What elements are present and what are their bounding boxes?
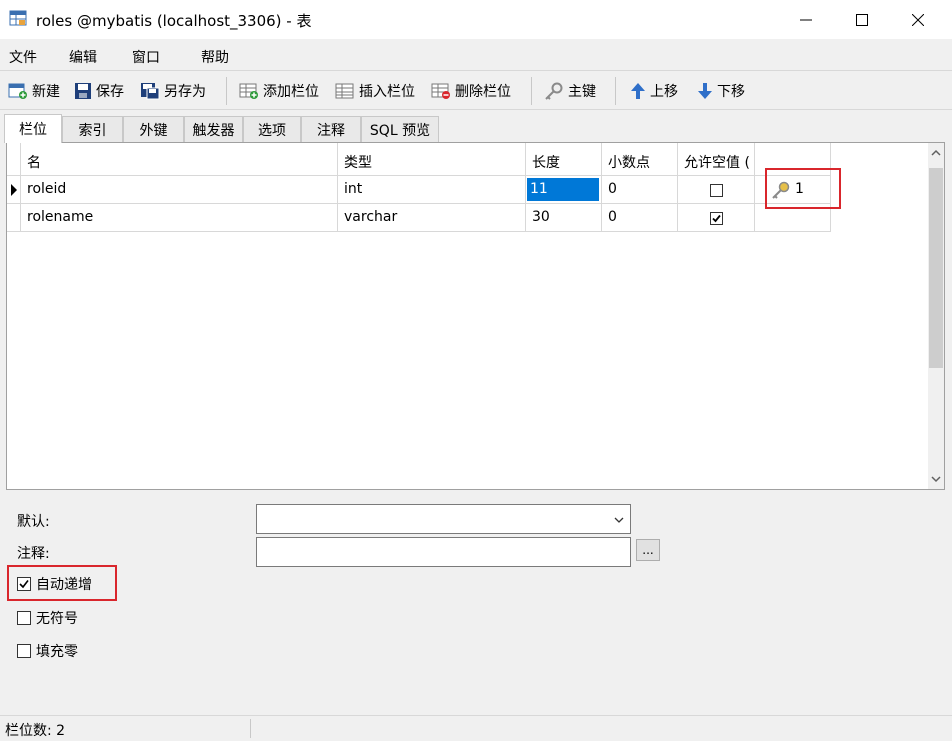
zerofill-label: 填充零 <box>36 644 78 660</box>
move-up-button[interactable]: 上移 <box>630 80 678 102</box>
tab-comment[interactable]: 注释 <box>301 116 361 142</box>
column-header-nullable[interactable]: 允许空值 ( <box>678 143 755 176</box>
zerofill-checkbox[interactable] <box>17 644 31 658</box>
minimize-button[interactable] <box>778 0 834 39</box>
save-as-label: 另存为 <box>164 84 206 100</box>
delete-field-button[interactable]: 删除栏位 <box>431 80 511 102</box>
column-header-length[interactable]: 长度 <box>526 143 602 176</box>
default-select[interactable] <box>256 504 631 534</box>
close-button[interactable] <box>890 0 946 39</box>
column-header-decimals[interactable]: 小数点 <box>602 143 678 176</box>
row-header-corner <box>7 143 21 176</box>
new-table-icon <box>8 83 27 99</box>
comment-input[interactable] <box>256 537 631 567</box>
cell-name[interactable]: roleid <box>21 176 338 204</box>
insert-field-label: 插入栏位 <box>359 84 415 100</box>
status-bar: 栏位数: 2 <box>0 715 952 741</box>
arrow-up-icon <box>631 83 645 99</box>
cell-length[interactable]: 30 <box>526 204 602 232</box>
scrollbar-thumb[interactable] <box>929 168 943 368</box>
save-as-button[interactable]: 另存为 <box>140 80 206 102</box>
maximize-button[interactable] <box>834 0 890 39</box>
status-separator <box>250 719 251 738</box>
row-indicator[interactable] <box>7 176 21 204</box>
tab-foreign-keys[interactable]: 外键 <box>123 116 184 142</box>
unsigned-checkbox[interactable] <box>17 611 31 625</box>
comment-label: 注释: <box>17 546 50 562</box>
toolbar-separator <box>615 77 616 105</box>
cell-name[interactable]: rolename <box>21 204 338 232</box>
scroll-up-icon[interactable] <box>931 149 941 157</box>
menu-window[interactable]: 窗口 <box>132 47 160 67</box>
save-as-icon <box>141 83 160 100</box>
delete-field-icon <box>431 83 450 99</box>
comment-ellipsis-button[interactable]: ... <box>636 539 660 561</box>
column-header-name[interactable]: 名 <box>21 143 338 176</box>
move-down-label: 下移 <box>717 84 745 100</box>
maximize-icon <box>856 13 868 26</box>
add-field-button[interactable]: 添加栏位 <box>239 80 319 102</box>
tab-options[interactable]: 选项 <box>243 116 301 142</box>
column-header-type[interactable]: 类型 <box>338 143 526 176</box>
nullable-checkbox[interactable] <box>710 212 723 225</box>
window-title: roles @mybatis (localhost_3306) - 表 <box>36 12 312 30</box>
field-count: 栏位数: 2 <box>5 723 66 739</box>
unsigned-option[interactable]: 无符号 <box>17 608 78 628</box>
move-up-label: 上移 <box>650 84 678 100</box>
menu-edit[interactable]: 编辑 <box>69 47 97 67</box>
primary-key-label: 主键 <box>568 84 596 100</box>
menu-bar: 文件 编辑 窗口 帮助 <box>0 39 952 71</box>
cell-type[interactable]: varchar <box>338 204 526 232</box>
tab-bar: 栏位 索引 外键 触发器 选项 注释 SQL 预览 <box>0 114 952 143</box>
add-field-label: 添加栏位 <box>263 84 319 100</box>
menu-file[interactable]: 文件 <box>9 47 37 67</box>
vertical-scrollbar[interactable] <box>928 143 944 489</box>
save-icon <box>75 83 91 99</box>
menu-help[interactable]: 帮助 <box>201 47 229 67</box>
close-icon <box>912 13 924 26</box>
chevron-down-icon <box>614 517 624 523</box>
add-field-icon <box>239 83 258 99</box>
cell-nullable[interactable] <box>678 204 755 232</box>
scroll-down-icon[interactable] <box>931 475 941 483</box>
delete-field-label: 删除栏位 <box>455 84 511 100</box>
highlight-primary-key <box>765 168 841 209</box>
nullable-checkbox[interactable] <box>710 184 723 197</box>
zerofill-option[interactable]: 填充零 <box>17 641 78 661</box>
arrow-down-icon <box>698 83 712 99</box>
toolbar-separator <box>226 77 227 105</box>
key-icon <box>545 82 563 100</box>
cell-length[interactable]: 11 <box>526 176 602 204</box>
row-indicator[interactable] <box>7 204 21 232</box>
cell-type[interactable]: int <box>338 176 526 204</box>
toolbar: 新建 保存 另存为 添加栏位 插入栏位 删除栏位 主键 上移 下移 <box>0 71 952 110</box>
primary-key-button[interactable]: 主键 <box>544 80 596 102</box>
table-icon <box>9 10 27 26</box>
tab-indexes[interactable]: 索引 <box>62 116 123 142</box>
tab-sql-preview[interactable]: SQL 预览 <box>361 116 439 142</box>
highlight-auto-increment <box>7 565 117 601</box>
check-icon <box>712 214 721 223</box>
tab-triggers[interactable]: 触发器 <box>184 116 243 142</box>
current-row-icon <box>11 184 17 196</box>
title-bar: roles @mybatis (localhost_3306) - 表 <box>0 0 952 39</box>
insert-field-button[interactable]: 插入栏位 <box>335 80 415 102</box>
toolbar-separator <box>531 77 532 105</box>
insert-field-icon <box>335 83 354 99</box>
save-button[interactable]: 保存 <box>74 80 124 102</box>
cell-nullable[interactable] <box>678 176 755 204</box>
default-label: 默认: <box>17 514 50 530</box>
unsigned-label: 无符号 <box>36 611 78 627</box>
tab-fields[interactable]: 栏位 <box>4 114 62 143</box>
cell-decimals[interactable]: 0 <box>602 176 678 204</box>
move-down-button[interactable]: 下移 <box>697 80 745 102</box>
cell-length-selection[interactable]: 11 <box>527 178 599 201</box>
minimize-icon <box>800 19 812 20</box>
new-label: 新建 <box>32 84 60 100</box>
cell-decimals[interactable]: 0 <box>602 204 678 232</box>
new-button[interactable]: 新建 <box>8 80 60 102</box>
save-label: 保存 <box>96 84 124 100</box>
